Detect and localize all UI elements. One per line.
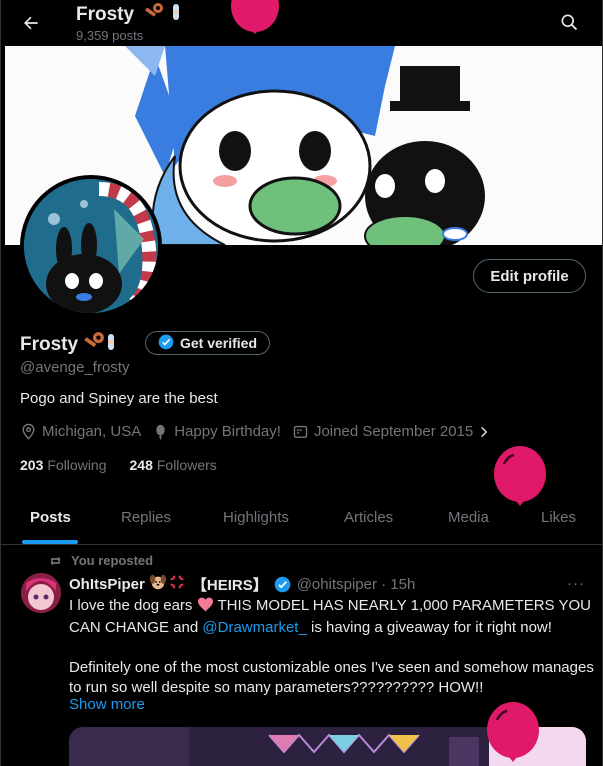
post-text: I love the dog ears THIS MODEL HAS NEARL…	[69, 596, 594, 698]
location-pin-icon	[22, 423, 35, 440]
repost-indicator: You reposted	[48, 553, 153, 568]
birthday-item: Happy Birthday!	[152, 423, 281, 440]
repost-label: You reposted	[71, 553, 154, 568]
post-text-part-4: Definitely one of the most customizable …	[69, 659, 594, 696]
joined-text: Joined September 2015	[313, 423, 474, 440]
balloon-icon	[227, 0, 283, 39]
following-label: Following	[47, 457, 107, 473]
verified-badge-icon	[158, 334, 174, 353]
heart-emoji-icon	[197, 597, 214, 618]
followers-count: 248	[129, 457, 153, 473]
avatar-image	[24, 179, 158, 313]
profile-meta: Michigan, USA Happy Birthday! Joined Sep…	[20, 423, 507, 440]
post-handle-time[interactable]: @ohitspiper · 15h	[297, 576, 416, 593]
post-author-name[interactable]: OhItsPiper	[69, 576, 145, 593]
profile-avatar[interactable]	[20, 175, 162, 317]
followers-link[interactable]: 248 Followers	[130, 457, 217, 473]
post-mention-link[interactable]: @Drawmarket_	[202, 619, 306, 636]
calendar-icon	[293, 425, 308, 438]
post-author-suffix: 【HEIRS】	[191, 576, 268, 594]
get-verified-label: Get verified	[179, 335, 258, 351]
repost-icon	[50, 555, 61, 566]
active-tab-indicator	[22, 540, 78, 544]
post-text-part-1: I love the dog ears	[69, 597, 193, 614]
dog-face-emoji-icon	[149, 573, 167, 595]
profile-bio: Pogo and Spiney are the best	[20, 390, 218, 407]
verified-badge-icon	[274, 576, 291, 593]
tab-media[interactable]: Media	[448, 509, 489, 526]
key-emoji-icon	[142, 2, 164, 28]
key-emoji-icon	[81, 331, 105, 359]
joined-item: Joined September 2015	[292, 423, 496, 440]
show-more-link[interactable]: Show more	[69, 696, 145, 713]
location-item: Michigan, USA	[20, 423, 141, 440]
followers-label: Followers	[156, 457, 217, 473]
post-text-part-3: is having a giveaway for it right now!	[310, 619, 552, 636]
follow-stats: 203 Following 248 Followers	[20, 457, 240, 473]
post-author-avatar[interactable]	[21, 573, 61, 613]
get-verified-button[interactable]: Get verified	[145, 331, 270, 355]
post-more-icon[interactable]: ···	[567, 575, 585, 592]
header-posts-count: 9,359 posts	[76, 28, 144, 43]
chevron-right-icon[interactable]	[477, 425, 491, 439]
balloon-icon	[492, 446, 548, 527]
tab-highlights[interactable]: Highlights	[223, 509, 289, 526]
tab-posts[interactable]: Posts	[30, 509, 71, 526]
profile-name-text: Frosty	[20, 334, 79, 355]
following-link[interactable]: 203 Following	[20, 457, 107, 473]
edit-profile-button[interactable]: Edit profile	[473, 259, 586, 293]
following-count: 203	[20, 457, 44, 473]
back-arrow-icon[interactable]	[15, 7, 47, 39]
profile-display-name: Frosty	[20, 331, 117, 359]
bandaid-emoji-icon	[170, 2, 182, 28]
bandaid-emoji-icon	[105, 331, 117, 359]
profile-page: Frosty 9,359 posts Edit profile Frosty G…	[0, 0, 603, 766]
anger-symbol-emoji-icon	[168, 573, 186, 595]
search-icon[interactable]	[554, 7, 584, 37]
tab-articles[interactable]: Articles	[344, 509, 393, 526]
balloon-icon	[156, 424, 165, 440]
profile-handle: @avenge_frosty	[20, 359, 130, 376]
balloon-icon	[485, 702, 541, 766]
birthday-text: Happy Birthday!	[174, 423, 281, 440]
tab-replies[interactable]: Replies	[121, 509, 171, 526]
header-name-text: Frosty	[76, 4, 135, 26]
top-bar: Frosty 9,359 posts	[1, 0, 602, 46]
header-display-name: Frosty	[76, 2, 182, 28]
location-text: Michigan, USA	[42, 423, 142, 440]
post-header: OhItsPiper 【HEIRS】 @ohitspiper · 15h	[69, 573, 415, 595]
